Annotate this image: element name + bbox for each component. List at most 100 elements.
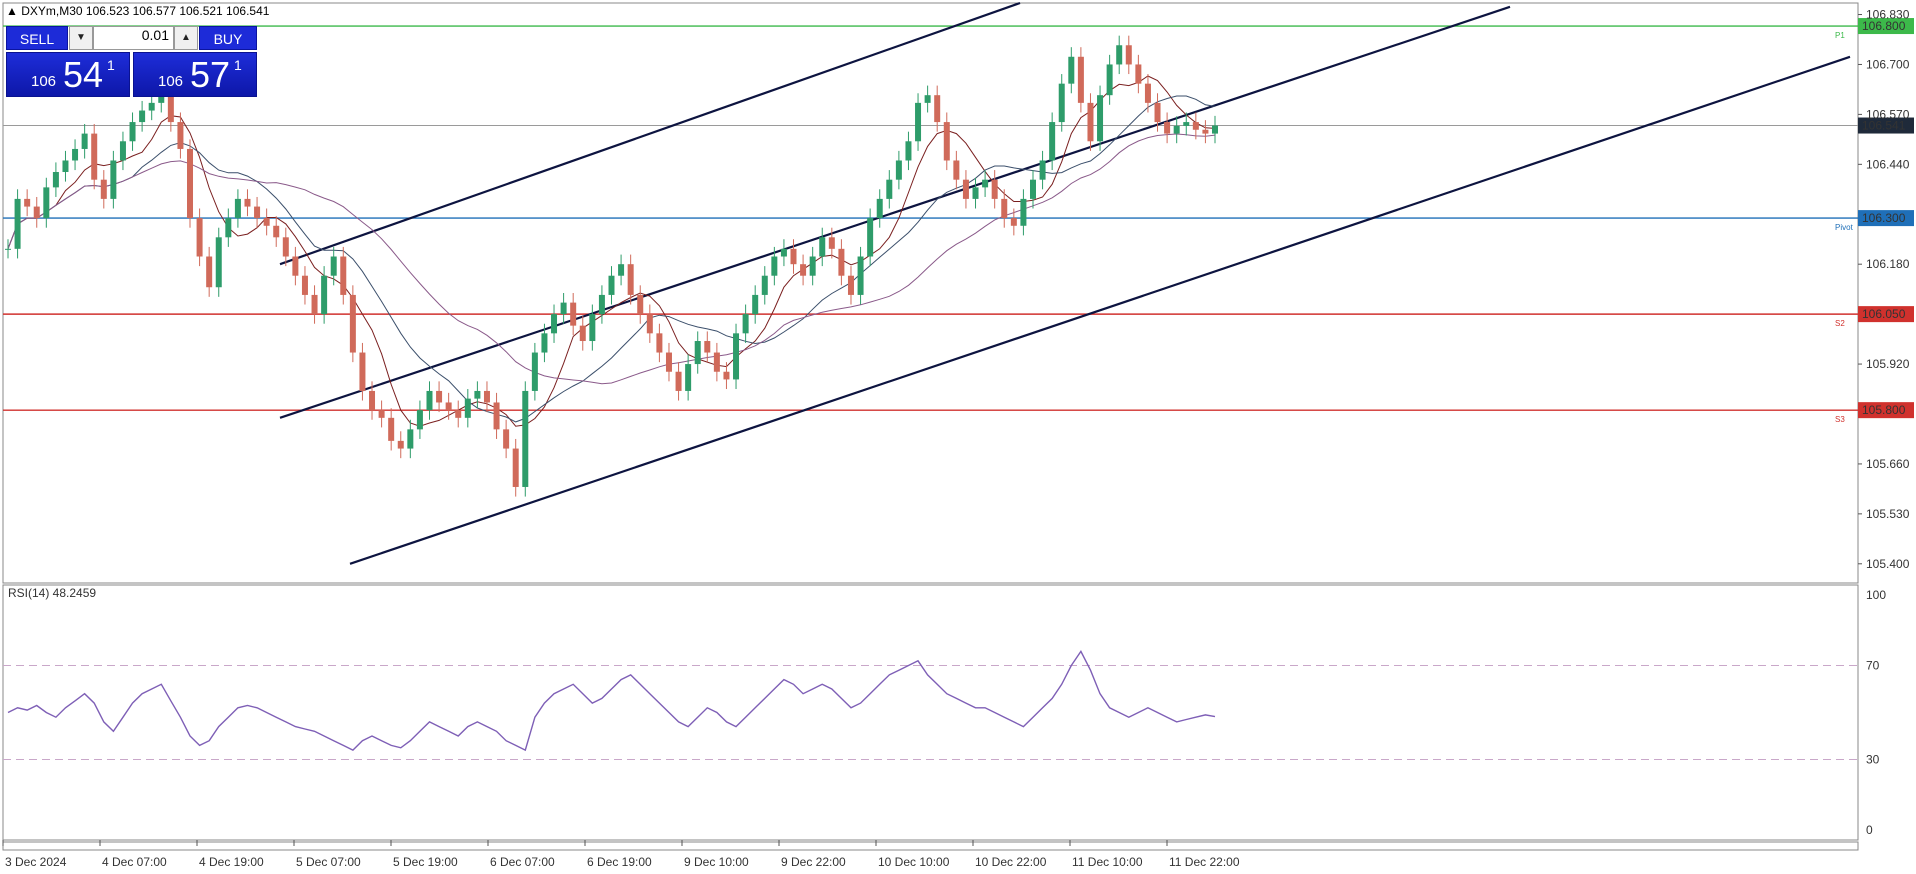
candle-body bbox=[206, 256, 213, 288]
candle-body bbox=[675, 371, 682, 391]
candle-body bbox=[129, 122, 136, 142]
lot-up-icon[interactable]: ▲ bbox=[174, 26, 198, 50]
time-tick-label: 5 Dec 19:00 bbox=[393, 855, 458, 869]
candle-body bbox=[445, 402, 452, 411]
bid-price-box[interactable]: 106 54 1 bbox=[6, 52, 130, 97]
candle-body bbox=[215, 237, 222, 288]
ask-price-box[interactable]: 106 57 1 bbox=[133, 52, 257, 97]
level-price-label: 106.300 bbox=[1862, 211, 1906, 225]
ask-pip: 1 bbox=[234, 57, 242, 73]
candle-body bbox=[464, 398, 471, 418]
candle-body bbox=[52, 172, 59, 188]
level-tag-name: Pivot bbox=[1835, 223, 1854, 232]
candle-body bbox=[1020, 198, 1027, 226]
candle-body bbox=[474, 390, 481, 399]
candle-body bbox=[1116, 45, 1123, 65]
candle-body bbox=[62, 160, 69, 173]
candle-body bbox=[81, 133, 88, 149]
time-tick-label: 11 Dec 22:00 bbox=[1169, 855, 1240, 869]
candle-body bbox=[72, 148, 79, 161]
candle-body bbox=[819, 237, 826, 257]
candle-body bbox=[800, 264, 807, 276]
candle-body bbox=[962, 179, 969, 199]
collapse-triangle-icon[interactable]: ▲ bbox=[6, 4, 18, 18]
rsi-tick-label: 70 bbox=[1866, 659, 1880, 673]
main-plot-area[interactable] bbox=[2, 2, 1859, 584]
candle-body bbox=[244, 198, 251, 207]
candle-body bbox=[503, 429, 510, 449]
price-tick-label: 106.830 bbox=[1866, 8, 1910, 22]
candle-body bbox=[483, 390, 490, 403]
time-tick-label: 9 Dec 10:00 bbox=[684, 855, 749, 869]
candle-body bbox=[493, 402, 500, 430]
level-tag-name: P1 bbox=[1835, 31, 1845, 40]
candle-body bbox=[167, 95, 174, 123]
candle-body bbox=[761, 275, 768, 295]
candle-body bbox=[1029, 179, 1036, 199]
candle-body bbox=[110, 160, 117, 199]
candle-body bbox=[139, 110, 146, 123]
candle-body bbox=[1125, 45, 1132, 65]
candle-body bbox=[43, 187, 50, 219]
candle-body bbox=[972, 187, 979, 199]
price-tick-label: 106.570 bbox=[1866, 107, 1910, 121]
level-price-label: 106.050 bbox=[1862, 307, 1906, 321]
analyst-views-strip[interactable] bbox=[2, 841, 1859, 851]
candle-body bbox=[225, 218, 232, 238]
candle-body bbox=[733, 333, 740, 380]
candle-body bbox=[1001, 198, 1008, 219]
bid-big-digits: 54 bbox=[63, 54, 104, 95]
candle-body bbox=[589, 314, 596, 342]
candle-body bbox=[886, 179, 893, 199]
candle-body bbox=[1049, 122, 1056, 161]
price-tick-label: 106.700 bbox=[1866, 57, 1910, 71]
candle-body bbox=[646, 314, 653, 334]
candle-body bbox=[579, 325, 586, 342]
candle-body bbox=[378, 410, 385, 418]
candle-body bbox=[1135, 64, 1142, 84]
candle-body bbox=[119, 141, 126, 161]
symbol-header: ▲ DXYm,M30 106.523 106.577 106.521 106.5… bbox=[6, 4, 269, 18]
candle-body bbox=[177, 122, 184, 149]
candle-body bbox=[570, 302, 577, 326]
candle-body bbox=[234, 198, 241, 219]
candle-body bbox=[704, 341, 711, 353]
lot-down-icon[interactable]: ▼ bbox=[69, 26, 93, 50]
candle-body bbox=[1202, 129, 1209, 134]
lot-size-field[interactable]: 0.01 bbox=[93, 26, 174, 50]
candle-body bbox=[91, 133, 98, 180]
buy-button[interactable]: BUY bbox=[199, 26, 257, 50]
candle-body bbox=[416, 410, 423, 430]
candle-body bbox=[1039, 160, 1046, 180]
candle-body bbox=[282, 237, 289, 257]
candle-body bbox=[809, 256, 816, 276]
candle-body bbox=[598, 294, 605, 315]
candle-body bbox=[752, 294, 759, 315]
candle-body bbox=[522, 390, 529, 487]
time-tick-label: 3 Dec 2024 bbox=[5, 855, 67, 869]
time-tick-label: 10 Dec 22:00 bbox=[975, 855, 1047, 869]
candle-body bbox=[397, 440, 404, 449]
candle-body bbox=[1192, 122, 1199, 130]
candle-body bbox=[24, 198, 31, 207]
candle-body bbox=[742, 314, 749, 334]
candle-body bbox=[5, 248, 11, 250]
candle-body bbox=[982, 179, 989, 188]
rsi-plot-area[interactable] bbox=[2, 584, 1859, 841]
price-chart: 106.800P1106.300Pivot106.050S2105.800S31… bbox=[2, 1, 1914, 869]
candle-body bbox=[790, 248, 797, 265]
sell-button[interactable]: SELL bbox=[6, 26, 68, 50]
candle-body bbox=[340, 256, 347, 295]
one-click-trading-panel: SELL ▼ 0.01 ▲ BUY 106 54 1 106 57 1 bbox=[6, 26, 257, 97]
candle-body bbox=[436, 390, 443, 403]
level-tag-name: S2 bbox=[1835, 319, 1845, 328]
candle-body bbox=[359, 352, 366, 391]
candle-body bbox=[1077, 56, 1084, 103]
candle-body bbox=[196, 218, 203, 257]
candle-body bbox=[627, 264, 634, 295]
bid-pip: 1 bbox=[107, 57, 115, 73]
time-tick-label: 6 Dec 07:00 bbox=[490, 855, 555, 869]
candle-body bbox=[608, 275, 615, 295]
candle-body bbox=[685, 364, 692, 391]
candle-body bbox=[924, 95, 931, 103]
